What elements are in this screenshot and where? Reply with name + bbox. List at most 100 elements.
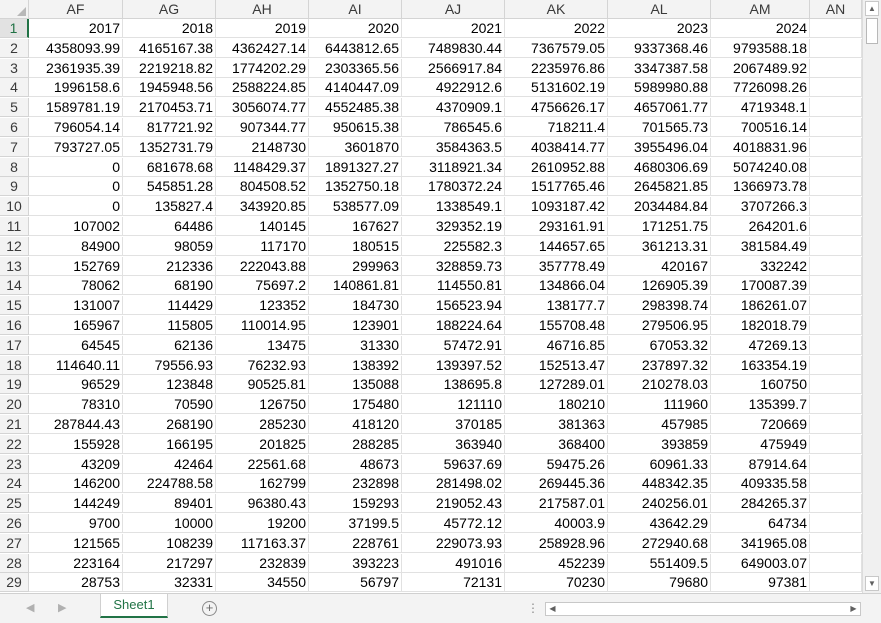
cell-al25[interactable]: 240256.01 — [608, 494, 711, 514]
cell-an2[interactable] — [810, 38, 862, 58]
cell-ah20[interactable]: 126750 — [216, 395, 309, 415]
cell-ah3[interactable]: 1774202.29 — [216, 58, 309, 78]
column-header-ag[interactable]: AG — [123, 0, 216, 19]
cell-ag27[interactable]: 108239 — [123, 533, 216, 553]
cell-ak15[interactable]: 138177.7 — [505, 296, 608, 316]
row-header-21[interactable]: 21 — [0, 415, 29, 434]
cell-ai12[interactable]: 180515 — [309, 236, 402, 256]
cell-ah16[interactable]: 110014.95 — [216, 316, 309, 335]
cell-an6[interactable] — [810, 118, 862, 137]
cell-af21[interactable]: 287844.43 — [29, 415, 123, 434]
cell-af20[interactable]: 78310 — [29, 395, 123, 415]
cell-ai3[interactable]: 2303365.56 — [309, 58, 402, 78]
cell-ag25[interactable]: 89401 — [123, 494, 216, 514]
cell-an17[interactable] — [810, 335, 862, 355]
cell-ak29[interactable]: 70230 — [505, 573, 608, 593]
cell-al9[interactable]: 2645821.85 — [608, 177, 711, 197]
cell-am22[interactable]: 475949 — [711, 434, 810, 454]
cell-ag26[interactable]: 10000 — [123, 514, 216, 533]
cell-aj21[interactable]: 370185 — [402, 415, 505, 434]
cell-ak9[interactable]: 1517765.46 — [505, 177, 608, 197]
cell-ai28[interactable]: 393223 — [309, 553, 402, 573]
cell-al27[interactable]: 272940.68 — [608, 533, 711, 553]
cell-ak11[interactable]: 293161.91 — [505, 217, 608, 236]
cell-ah14[interactable]: 75697.2 — [216, 276, 309, 296]
cell-ak4[interactable]: 5131602.19 — [505, 78, 608, 98]
cell-af7[interactable]: 793727.05 — [29, 137, 123, 157]
row-header-3[interactable]: 3 — [0, 58, 29, 78]
cell-ak26[interactable]: 40003.9 — [505, 514, 608, 533]
cell-am14[interactable]: 170087.39 — [711, 276, 810, 296]
cell-am20[interactable]: 135399.7 — [711, 395, 810, 415]
cell-al28[interactable]: 551409.5 — [608, 553, 711, 573]
cell-ak17[interactable]: 46716.85 — [505, 335, 608, 355]
cell-ag13[interactable]: 212336 — [123, 256, 216, 276]
cell-ah1[interactable]: 2019 — [216, 19, 309, 38]
cell-af25[interactable]: 144249 — [29, 494, 123, 514]
cell-am21[interactable]: 720669 — [711, 415, 810, 434]
cell-ai25[interactable]: 159293 — [309, 494, 402, 514]
cell-ak5[interactable]: 4756626.17 — [505, 98, 608, 118]
cell-aj7[interactable]: 3584363.5 — [402, 137, 505, 157]
cell-ah18[interactable]: 76232.93 — [216, 355, 309, 375]
cell-al6[interactable]: 701565.73 — [608, 118, 711, 137]
row-header-15[interactable]: 15 — [0, 296, 29, 316]
cell-am8[interactable]: 5074240.08 — [711, 157, 810, 177]
cell-ah15[interactable]: 123352 — [216, 296, 309, 316]
cell-aj24[interactable]: 281498.02 — [402, 474, 505, 494]
cell-ag7[interactable]: 1352731.79 — [123, 137, 216, 157]
cell-ag18[interactable]: 79556.93 — [123, 355, 216, 375]
cell-aj15[interactable]: 156523.94 — [402, 296, 505, 316]
row-header-20[interactable]: 20 — [0, 395, 29, 415]
cell-ak18[interactable]: 152513.47 — [505, 355, 608, 375]
cell-al20[interactable]: 111960 — [608, 395, 711, 415]
cell-ah26[interactable]: 19200 — [216, 514, 309, 533]
cell-an1[interactable] — [810, 19, 862, 38]
cell-al21[interactable]: 457985 — [608, 415, 711, 434]
cell-af17[interactable]: 64545 — [29, 335, 123, 355]
cell-an14[interactable] — [810, 276, 862, 296]
row-header-22[interactable]: 22 — [0, 434, 29, 454]
cell-ai6[interactable]: 950615.38 — [309, 118, 402, 137]
cell-ai23[interactable]: 48673 — [309, 454, 402, 474]
cell-an21[interactable] — [810, 415, 862, 434]
cell-al5[interactable]: 4657061.77 — [608, 98, 711, 118]
cell-am7[interactable]: 4018831.96 — [711, 137, 810, 157]
cell-ah13[interactable]: 222043.88 — [216, 256, 309, 276]
cell-ai2[interactable]: 6443812.65 — [309, 38, 402, 58]
column-header-ai[interactable]: AI — [309, 0, 402, 19]
cell-aj9[interactable]: 1780372.24 — [402, 177, 505, 197]
cell-am24[interactable]: 409335.58 — [711, 474, 810, 494]
cell-an28[interactable] — [810, 553, 862, 573]
cell-ag5[interactable]: 2170453.71 — [123, 98, 216, 118]
cell-aj28[interactable]: 491016 — [402, 553, 505, 573]
cell-al24[interactable]: 448342.35 — [608, 474, 711, 494]
cell-am13[interactable]: 332242 — [711, 256, 810, 276]
cell-aj2[interactable]: 7489830.44 — [402, 38, 505, 58]
row-header-8[interactable]: 8 — [0, 157, 29, 177]
cell-al2[interactable]: 9337368.46 — [608, 38, 711, 58]
row-header-9[interactable]: 9 — [0, 177, 29, 197]
cell-ag17[interactable]: 62136 — [123, 335, 216, 355]
cell-ak1[interactable]: 2022 — [505, 19, 608, 38]
cell-ag21[interactable]: 268190 — [123, 415, 216, 434]
cell-ai10[interactable]: 538577.09 — [309, 197, 402, 217]
cell-am2[interactable]: 9793588.18 — [711, 38, 810, 58]
cell-an4[interactable] — [810, 78, 862, 98]
cell-af13[interactable]: 152769 — [29, 256, 123, 276]
cell-af9[interactable]: 0 — [29, 177, 123, 197]
cell-am19[interactable]: 160750 — [711, 375, 810, 395]
cell-al1[interactable]: 2023 — [608, 19, 711, 38]
cell-ai29[interactable]: 56797 — [309, 573, 402, 593]
cell-ai24[interactable]: 232898 — [309, 474, 402, 494]
column-header-al[interactable]: AL — [608, 0, 711, 19]
cell-al29[interactable]: 79680 — [608, 573, 711, 593]
row-header-6[interactable]: 6 — [0, 118, 29, 137]
cell-al22[interactable]: 393859 — [608, 434, 711, 454]
row-header-28[interactable]: 28 — [0, 553, 29, 573]
cell-an3[interactable] — [810, 58, 862, 78]
row-header-24[interactable]: 24 — [0, 474, 29, 494]
cell-aj19[interactable]: 138695.8 — [402, 375, 505, 395]
cell-ah6[interactable]: 907344.77 — [216, 118, 309, 137]
row-header-11[interactable]: 11 — [0, 217, 29, 236]
